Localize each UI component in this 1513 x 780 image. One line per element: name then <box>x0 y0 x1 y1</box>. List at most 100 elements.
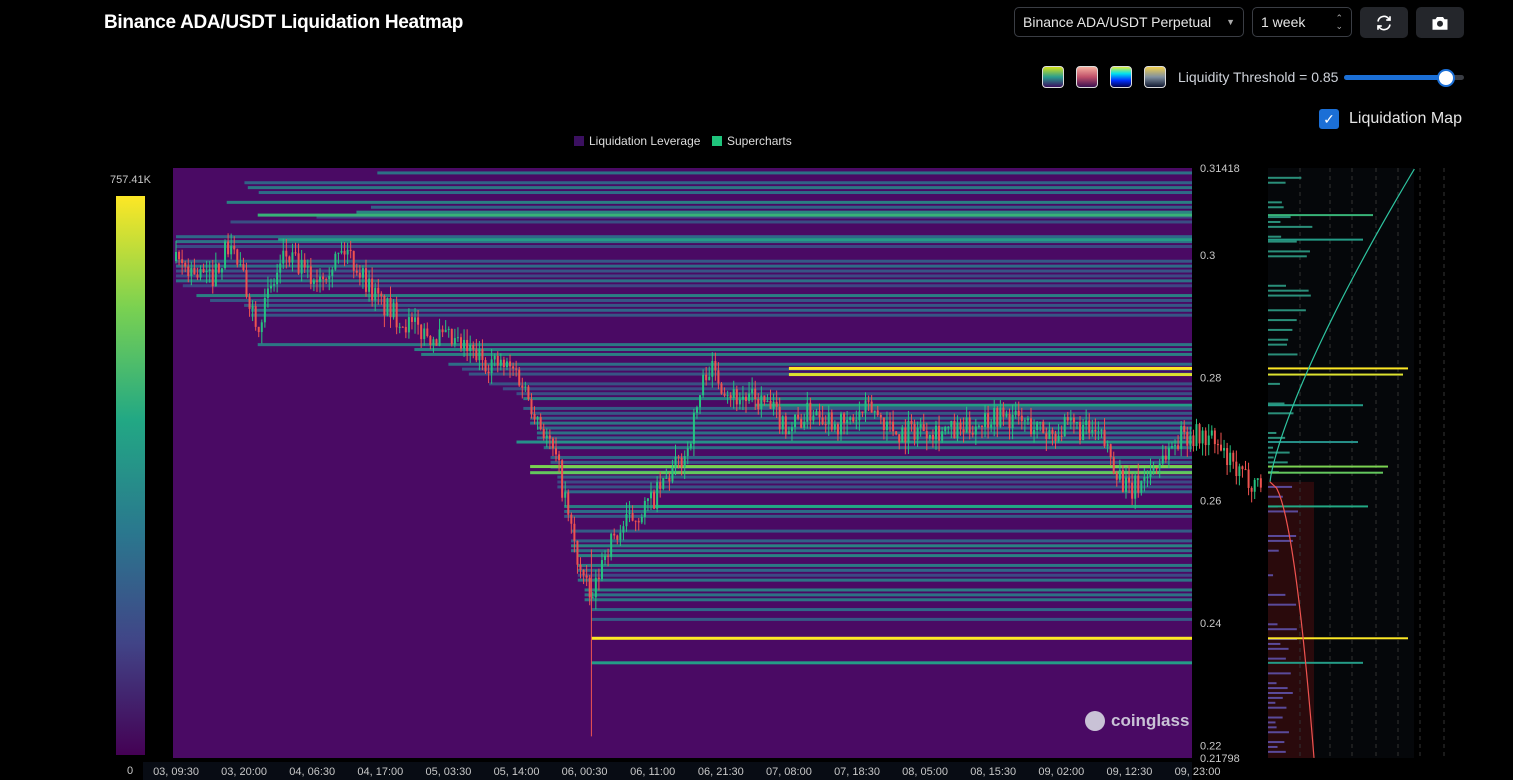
candle-body <box>836 424 839 435</box>
candle-body <box>334 253 337 270</box>
liquidity-band <box>577 563 1192 567</box>
candle-body <box>843 413 846 424</box>
liquidity-band <box>523 397 1192 401</box>
liquidity-band <box>421 352 1192 356</box>
liq-map-bar <box>1268 235 1282 238</box>
liq-map-bar <box>1268 721 1276 724</box>
candle-body <box>251 306 254 309</box>
liquidity-band <box>176 279 1192 283</box>
candle-body <box>340 250 343 253</box>
candle-body <box>420 324 423 340</box>
candle-body <box>1042 421 1045 434</box>
liquidity-band <box>176 235 1192 239</box>
candle-body <box>573 523 576 541</box>
candle-body <box>680 457 683 467</box>
liq-map-bar <box>1268 402 1285 405</box>
candle-body <box>214 263 217 287</box>
candle-body <box>282 250 285 264</box>
candle-body <box>974 426 977 435</box>
liq-map-bar <box>1268 691 1293 694</box>
candle-body <box>1036 422 1039 431</box>
candle-body <box>567 492 570 515</box>
candle-body <box>279 263 282 273</box>
candle-body <box>211 269 214 287</box>
x-tick-label: 09, 02:00 <box>1038 766 1084 778</box>
candle-body <box>536 417 539 420</box>
candle-body <box>1008 413 1011 429</box>
y-tick-label: 0.3 <box>1200 250 1215 262</box>
candle-body <box>414 317 417 322</box>
candle-body <box>806 402 809 422</box>
liq-map-bar <box>1268 353 1298 356</box>
candle-body <box>463 339 466 349</box>
candle-body <box>257 326 260 333</box>
candle-body <box>190 267 193 276</box>
candle-body <box>1250 487 1253 492</box>
candle-body <box>441 329 444 333</box>
candle-body <box>751 388 754 394</box>
liq-map-bar <box>1268 206 1284 209</box>
candle-body <box>1164 455 1167 460</box>
candle-body <box>521 385 524 388</box>
liquidity-band <box>564 490 1192 494</box>
candle-body <box>358 272 361 278</box>
candle-body <box>245 270 248 297</box>
candle-body <box>273 284 276 286</box>
candle-body <box>1106 444 1109 447</box>
candle-body <box>849 417 852 420</box>
candle-body <box>699 395 702 408</box>
candle-body <box>542 428 545 439</box>
liquidity-band <box>557 475 1192 479</box>
candle-body <box>1033 430 1036 435</box>
liq-map-key-bar <box>1268 465 1388 468</box>
candle-body <box>662 477 665 489</box>
candle-body <box>622 526 625 533</box>
liquidity-band <box>489 382 1192 386</box>
liq-map-bar <box>1268 741 1285 744</box>
candle-body <box>812 415 815 421</box>
heatmap-chart[interactable]: 0.31418 0.3 0.28 0.26 0.24 0.220.21798 03, 09:… <box>0 0 1513 780</box>
candle-body <box>726 395 729 397</box>
candle-body <box>600 560 603 579</box>
candle-body <box>827 412 830 425</box>
candle-body <box>509 361 512 367</box>
candle-body <box>744 396 747 401</box>
candle-body <box>505 361 508 367</box>
candle-body <box>401 326 404 328</box>
candle-body <box>487 371 490 374</box>
liq-map-key-bar <box>1268 637 1408 640</box>
candle-body <box>775 401 778 407</box>
candle-body <box>217 263 220 273</box>
candle-body <box>554 448 557 455</box>
candle-body <box>616 535 619 540</box>
candle-body <box>1057 435 1060 441</box>
candle-body <box>315 280 318 282</box>
liq-map-bar <box>1268 461 1288 464</box>
candle-body <box>597 577 600 579</box>
candle-body <box>254 306 257 327</box>
candle-body <box>585 575 588 578</box>
liq-map-bar <box>1268 436 1286 439</box>
liquidity-band <box>230 220 1193 224</box>
candle-body <box>1180 425 1183 449</box>
candle-body <box>1091 429 1094 433</box>
candle-body <box>395 302 398 328</box>
candle-body <box>242 264 245 271</box>
candle-body <box>1134 475 1137 499</box>
liq-map-bar <box>1268 726 1277 729</box>
liq-map-bar <box>1268 338 1289 341</box>
candle-body <box>821 417 824 425</box>
candle-body <box>1201 430 1204 444</box>
liq-map-bar <box>1268 745 1278 748</box>
candle-body <box>729 395 732 399</box>
candle-body <box>1109 444 1112 458</box>
candle-body <box>1005 413 1008 417</box>
liq-map-bar <box>1268 294 1311 297</box>
candle-body <box>760 395 763 410</box>
candle-body <box>1256 478 1259 480</box>
liq-map-bar <box>1268 593 1286 596</box>
liquidity-band <box>226 200 1192 204</box>
liq-map-bar <box>1268 539 1293 542</box>
candle-body <box>879 414 882 418</box>
liquidity-level <box>591 661 1192 665</box>
